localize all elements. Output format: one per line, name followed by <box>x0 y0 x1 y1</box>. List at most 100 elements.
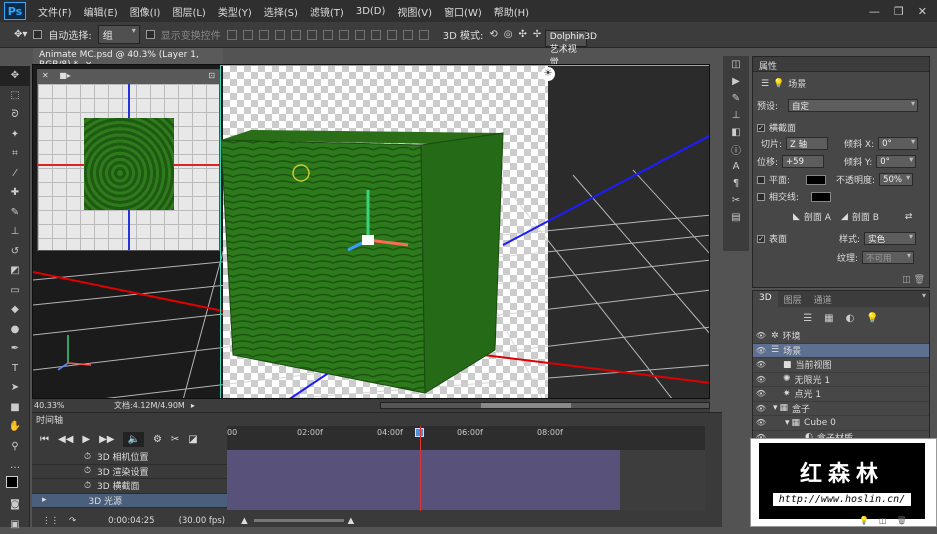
gradient-tool[interactable]: ▭ <box>0 281 30 301</box>
eye-icon[interactable]: 👁 <box>753 375 769 384</box>
light-widget-icon[interactable]: ☀ <box>541 67 555 81</box>
screen-mode-icon[interactable]: ▣ <box>0 515 30 534</box>
style-dropdown[interactable]: 实色 <box>864 232 916 245</box>
prev-frame-icon[interactable]: ◀◀ <box>58 434 73 445</box>
more-tools-icon[interactable]: … <box>0 456 30 476</box>
align-bottom-icon[interactable] <box>259 30 269 40</box>
track-row[interactable]: ⏱3D 相机位置 <box>32 450 227 465</box>
pen-tool[interactable]: ✒ <box>0 339 30 359</box>
notes-icon[interactable]: ▤ <box>723 209 749 226</box>
auto-align-icon[interactable] <box>419 30 429 40</box>
tab-layers[interactable]: 图层 <box>778 291 808 307</box>
align-top-icon[interactable] <box>227 30 237 40</box>
tab-3d[interactable]: 3D <box>753 291 778 307</box>
roll-3d-icon[interactable]: ◎ <box>504 29 513 40</box>
slice-dropdown[interactable]: Z 轴 <box>786 137 828 150</box>
slide-3d-icon[interactable]: ✢ <box>533 29 541 40</box>
layer3d-row[interactable]: 👁 ✷ 点光 1 <box>753 387 929 402</box>
actions-icon[interactable]: ▶ <box>723 73 749 90</box>
eye-icon[interactable]: 👁 <box>753 389 769 398</box>
eye-icon[interactable]: 👁 <box>753 331 769 340</box>
align-left-icon[interactable] <box>275 30 285 40</box>
stopwatch-icon[interactable]: ⏱ <box>84 481 91 491</box>
camera-icon[interactable]: ■▸ <box>59 71 71 80</box>
menu-edit[interactable]: 编辑(E) <box>78 4 124 19</box>
menu-window[interactable]: 窗口(W) <box>438 4 488 19</box>
menu-type[interactable]: 类型(Y) <box>212 4 258 19</box>
horizontal-scrollbar[interactable] <box>380 402 710 409</box>
clone-stamp-tool[interactable]: ⊥ <box>0 222 30 242</box>
distribute-bottom-icon[interactable] <box>355 30 365 40</box>
document-tab[interactable]: Animate MC.psd @ 40.3% (Layer 1, RGB/8) … <box>33 48 223 64</box>
distribute-top-icon[interactable] <box>323 30 333 40</box>
menu-3d[interactable]: 3D(D) <box>350 6 392 17</box>
timeline-zoom-slider[interactable] <box>254 519 344 522</box>
side-b-icon[interactable]: ◢ <box>841 212 848 222</box>
rectangle-tool[interactable]: ■ <box>0 398 30 418</box>
document-info[interactable]: 文档:4.12M/4.90M <box>114 400 185 411</box>
next-frame-icon[interactable]: ▶▶ <box>99 434 114 445</box>
marquee-tool[interactable]: ⬚ <box>0 86 30 106</box>
layer3d-row[interactable]: 👁 ✺ 无限光 1 <box>753 373 929 388</box>
zoom-level[interactable]: 40.33% <box>34 401 94 410</box>
distribute-vcenter-icon[interactable] <box>339 30 349 40</box>
eye-icon[interactable]: 👁 <box>753 418 769 427</box>
expand-arrow-icon[interactable]: ▾ <box>773 403 778 413</box>
layer3d-row[interactable]: 👁 ■ 当前视图 <box>753 358 929 373</box>
auto-select-dropdown[interactable]: 组 <box>98 25 140 44</box>
tilt-y-field[interactable]: 0° <box>876 155 916 168</box>
plane-checkbox[interactable] <box>757 176 765 184</box>
align-hcenter-icon[interactable] <box>291 30 301 40</box>
stopwatch-icon[interactable]: ⏱ <box>84 452 91 462</box>
timeline-track-area[interactable] <box>227 450 620 510</box>
panel-footer-icon[interactable]: ◫ <box>902 275 911 285</box>
pan-3d-icon[interactable]: ✣ <box>519 29 527 40</box>
distribute-left-icon[interactable] <box>371 30 381 40</box>
eraser-tool[interactable]: ◩ <box>0 261 30 281</box>
zoom-in-mountain-icon[interactable]: ▲ <box>348 516 355 526</box>
intersect-color-swatch[interactable] <box>811 192 831 202</box>
crop-tool[interactable]: ⌗ <box>0 144 30 164</box>
transition-icon[interactable]: ◪ <box>188 434 197 445</box>
path-select-tool[interactable]: ➤ <box>0 378 30 398</box>
minimize-icon[interactable]: — <box>869 5 880 18</box>
magic-wand-tool[interactable]: ✦ <box>0 125 30 145</box>
close-view-icon[interactable]: ✕ <box>42 71 49 80</box>
history-brush-tool[interactable]: ↺ <box>0 242 30 262</box>
render-video-icon[interactable]: ↷ <box>69 516 76 526</box>
layer3d-row-selected[interactable]: 👁 ☰ 场景 <box>753 344 929 359</box>
eye-icon[interactable]: 👁 <box>753 360 769 369</box>
document-canvas[interactable]: ✕ ■▸ ⊡ ☀ <box>32 64 710 399</box>
layer-comps-icon[interactable]: ◧ <box>723 124 749 141</box>
hand-tool[interactable]: ✋ <box>0 417 30 437</box>
workspace-dropdown[interactable]: Dolphin3D艺术视觉 <box>545 30 587 47</box>
track-row[interactable]: ⏱3D 横截面 <box>32 479 227 494</box>
panel-trash-icon[interactable]: 🗑 <box>914 275 925 285</box>
expand-arrow-icon[interactable]: ▸ <box>42 495 47 505</box>
layer3d-row[interactable]: 👁 ▾ ▦ 盒子 <box>753 402 929 417</box>
menu-view[interactable]: 视图(V) <box>391 4 438 19</box>
eye-icon[interactable]: 👁 <box>753 404 769 413</box>
menu-file[interactable]: 文件(F) <box>32 4 78 19</box>
convert-frames-icon[interactable]: ⋮⋮ <box>42 516 59 526</box>
type-tool[interactable]: T <box>0 359 30 379</box>
audio-icon[interactable]: 🔈 <box>123 432 143 447</box>
filter-scene-icon[interactable]: ☰ <box>803 313 812 324</box>
align-vcenter-icon[interactable] <box>243 30 253 40</box>
paragraph-icon[interactable]: ¶ <box>723 175 749 192</box>
split-scissors-icon[interactable]: ✂ <box>171 434 179 445</box>
tilt-x-field[interactable]: 0° <box>878 137 918 150</box>
eye-icon[interactable]: 👁 <box>753 346 769 355</box>
secondary-view-minimap[interactable]: ✕ ■▸ ⊡ <box>37 69 220 251</box>
filter-material-icon[interactable]: ◐ <box>846 313 855 324</box>
auto-select-checkbox[interactable] <box>33 30 42 39</box>
quick-mask-icon[interactable]: ◙ <box>0 495 30 515</box>
timeline-ruler[interactable]: 00 02:00f 04:00f 06:00f 08:00f <box>227 426 705 450</box>
menu-select[interactable]: 选择(S) <box>258 4 304 19</box>
track-row[interactable]: ⏱3D 渲染设置 <box>32 465 227 480</box>
texture-dropdown[interactable]: 不可用 <box>862 251 914 264</box>
distribute-right-icon[interactable] <box>403 30 413 40</box>
footer-trash-icon[interactable]: 🗑 <box>897 516 907 525</box>
brush-tool[interactable]: ✎ <box>0 203 30 223</box>
menu-image[interactable]: 图像(I) <box>124 4 167 19</box>
